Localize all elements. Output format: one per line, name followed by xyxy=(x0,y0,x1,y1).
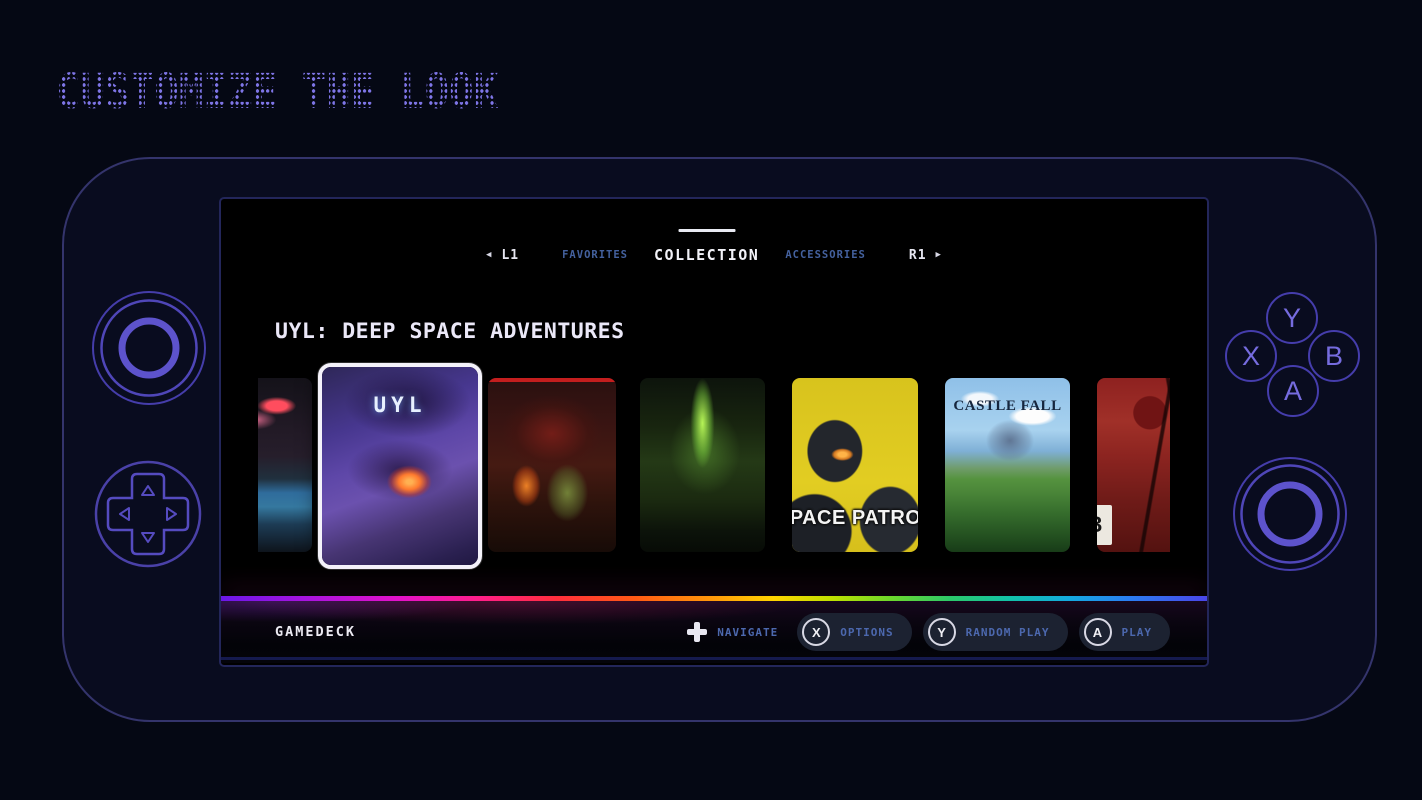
right-arrow-icon: ▶ xyxy=(936,250,942,260)
options-button[interactable]: X OPTIONS xyxy=(797,613,911,651)
play-button[interactable]: A PLAY xyxy=(1079,613,1171,651)
game-card-street-racer[interactable] xyxy=(258,378,312,552)
navigate-label: NAVIGATE xyxy=(717,626,778,639)
forest-colossus-cover xyxy=(640,378,765,552)
page-title: CUSTOMIZE THE LOOK xyxy=(56,64,498,120)
brand-label: GAMEDECK xyxy=(275,624,356,640)
y-key-icon: Y xyxy=(928,618,956,646)
nav-prev-l1[interactable]: ◀ L1 xyxy=(486,248,519,263)
collection-title: UYL: DEEP SPACE ADVENTURES xyxy=(275,319,625,344)
button-hints: NAVIGATE X OPTIONS Y RANDOM PLAY A PLAY xyxy=(686,601,1170,663)
card-badge: 3 xyxy=(1097,505,1112,545)
left-arrow-icon: ◀ xyxy=(486,250,492,260)
face-button-cluster: Y X B A xyxy=(1212,279,1372,419)
card-badge-text: 3 xyxy=(1097,512,1102,538)
face-button-y[interactable]: Y xyxy=(1266,292,1318,344)
crimson-ship-cover: 3 xyxy=(1097,378,1170,552)
dpad[interactable] xyxy=(93,459,203,569)
navigate-hint: NAVIGATE xyxy=(686,621,778,643)
castle-fall-cover: CASTLE FALL xyxy=(945,378,1070,552)
game-card-demon-shooter[interactable] xyxy=(488,378,616,552)
dpad-icon xyxy=(686,621,708,643)
tab-favorites[interactable]: FAVORITES xyxy=(562,249,628,261)
handheld-device: Y X B A ◀ L1 FAVORITES COLLECTION ACCESS… xyxy=(62,157,1377,722)
active-tab-indicator xyxy=(678,229,735,232)
tab-accessories[interactable]: ACCESSORIES xyxy=(785,249,866,261)
random-play-button[interactable]: Y RANDOM PLAY xyxy=(923,613,1068,651)
right-joystick[interactable] xyxy=(1230,454,1350,574)
space-patrol-cover: SPACE PATROL xyxy=(792,378,918,552)
rainbow-accent-bar xyxy=(221,596,1207,601)
space-patrol-title: SPACE PATROL xyxy=(792,507,918,530)
left-joystick[interactable] xyxy=(89,288,209,408)
game-card-castle-fall[interactable]: CASTLE FALL xyxy=(945,378,1070,552)
tab-navigation: ◀ L1 FAVORITES COLLECTION ACCESSORIES R1… xyxy=(221,246,1207,264)
street-racer-cover xyxy=(258,378,312,552)
uyl-cover: UYL xyxy=(322,367,478,565)
nav-next-r1[interactable]: R1 ▶ xyxy=(909,248,942,263)
uyl-logo: UYL xyxy=(322,393,478,417)
game-card-forest-colossus[interactable] xyxy=(640,378,765,552)
x-key-icon: X xyxy=(802,618,830,646)
device-screen: ◀ L1 FAVORITES COLLECTION ACCESSORIES R1… xyxy=(219,197,1209,667)
face-button-b[interactable]: B xyxy=(1308,330,1360,382)
random-play-label: RANDOM PLAY xyxy=(966,626,1050,639)
game-card-space-patrol[interactable]: SPACE PATROL xyxy=(792,378,918,552)
castle-fall-title: CASTLE FALL xyxy=(945,398,1070,415)
face-button-a[interactable]: A xyxy=(1267,365,1319,417)
play-label: PLAY xyxy=(1122,626,1153,639)
game-card-crimson-ship[interactable]: 3 xyxy=(1097,378,1170,552)
a-key-icon: A xyxy=(1084,618,1112,646)
face-button-x[interactable]: X xyxy=(1225,330,1277,382)
r1-label: R1 xyxy=(909,248,927,263)
demon-shooter-cover xyxy=(488,378,616,552)
tab-collection[interactable]: COLLECTION xyxy=(654,246,759,264)
options-label: OPTIONS xyxy=(840,626,893,639)
l1-label: L1 xyxy=(501,248,519,263)
tab-collection-label: COLLECTION xyxy=(654,246,759,264)
game-carousel: UYL SPACE PATROL CASTLE FALL xyxy=(258,359,1170,575)
game-card-uyl-selected[interactable]: UYL xyxy=(318,363,482,569)
footer-bar: GAMEDECK NAVIGATE X OPTIONS Y RANDOM PLA… xyxy=(221,601,1207,663)
